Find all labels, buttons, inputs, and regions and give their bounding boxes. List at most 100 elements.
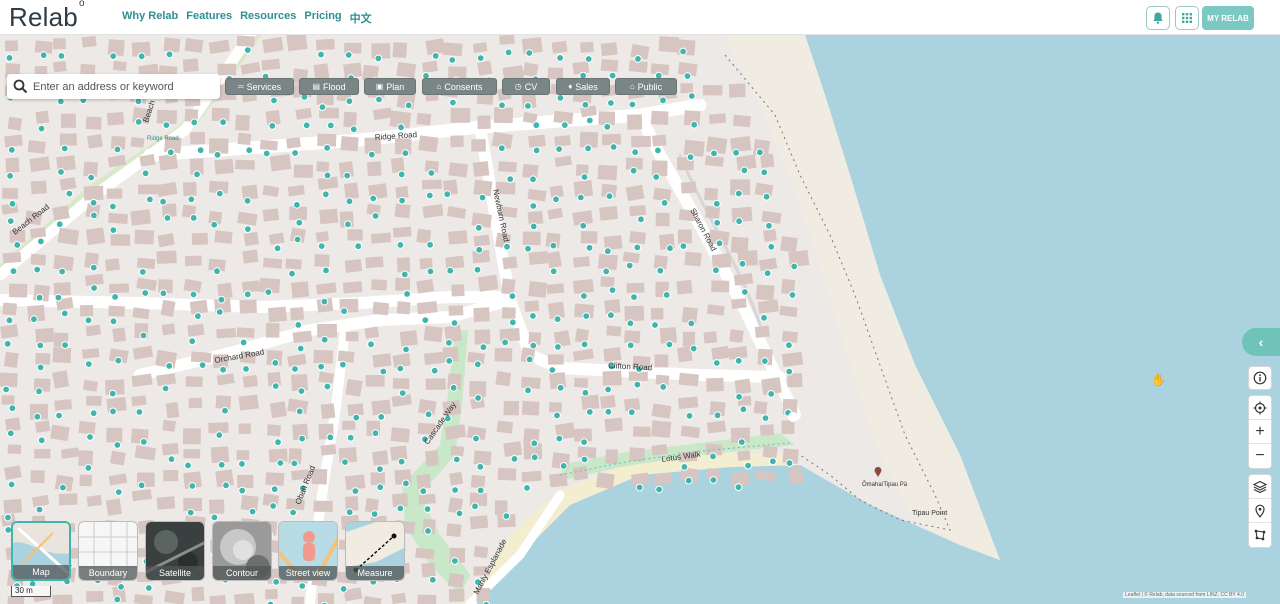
property-marker[interactable] (627, 408, 636, 417)
property-marker[interactable] (554, 343, 562, 351)
property-marker[interactable] (604, 407, 613, 416)
property-marker[interactable] (508, 318, 517, 327)
nav-chinese[interactable]: 中文 (350, 10, 372, 26)
basemap-street-view[interactable]: Street view (278, 521, 338, 581)
apps-button[interactable] (1175, 6, 1199, 30)
property-marker[interactable] (532, 146, 541, 155)
property-marker[interactable] (215, 308, 224, 316)
property-marker[interactable] (508, 292, 517, 301)
property-marker[interactable] (341, 458, 349, 467)
property-marker[interactable] (740, 166, 749, 175)
property-marker[interactable] (349, 125, 358, 134)
property-marker[interactable] (113, 441, 122, 449)
property-marker[interactable] (738, 259, 747, 268)
property-marker[interactable] (245, 146, 254, 155)
property-marker[interactable] (473, 265, 482, 274)
property-marker[interactable] (55, 411, 63, 420)
property-marker[interactable] (626, 319, 635, 328)
property-marker[interactable] (629, 166, 638, 175)
property-marker[interactable] (651, 321, 659, 329)
property-marker[interactable] (529, 341, 538, 350)
property-marker[interactable] (159, 197, 168, 206)
property-marker[interactable] (497, 144, 506, 153)
property-marker[interactable] (84, 316, 93, 325)
property-marker[interactable] (502, 512, 511, 521)
property-marker[interactable] (402, 479, 410, 488)
property-marker[interactable] (473, 360, 482, 369)
property-marker[interactable] (213, 267, 221, 276)
property-marker[interactable] (163, 214, 172, 222)
property-marker[interactable] (135, 408, 144, 416)
property-marker[interactable] (633, 243, 642, 252)
property-marker[interactable] (634, 55, 642, 63)
property-marker[interactable] (584, 55, 593, 63)
property-marker[interactable] (352, 413, 361, 422)
property-marker[interactable] (194, 312, 202, 321)
property-marker[interactable] (248, 507, 257, 516)
property-marker[interactable] (291, 365, 299, 373)
property-marker[interactable] (35, 387, 43, 396)
property-marker[interactable] (424, 527, 432, 535)
property-marker[interactable] (367, 150, 376, 159)
property-marker[interactable] (396, 504, 405, 513)
property-marker[interactable] (687, 92, 696, 100)
property-marker[interactable] (602, 267, 611, 276)
property-marker[interactable] (89, 198, 98, 207)
property-marker[interactable] (89, 263, 98, 272)
property-marker[interactable] (608, 286, 617, 295)
property-marker[interactable] (556, 383, 565, 392)
property-marker[interactable] (90, 284, 98, 292)
property-marker[interactable] (712, 359, 721, 367)
property-marker[interactable] (425, 191, 434, 200)
property-marker[interactable] (529, 222, 538, 231)
property-marker[interactable] (317, 242, 326, 251)
property-marker[interactable] (193, 170, 201, 179)
property-marker[interactable] (679, 47, 687, 56)
notifications-button[interactable] (1146, 6, 1170, 30)
property-marker[interactable] (268, 122, 277, 130)
property-marker[interactable] (767, 390, 776, 398)
property-marker[interactable] (785, 341, 793, 350)
property-marker[interactable] (36, 363, 45, 372)
property-marker[interactable] (346, 433, 355, 442)
property-marker[interactable] (506, 175, 515, 184)
property-marker[interactable] (761, 414, 770, 423)
property-marker[interactable] (114, 488, 123, 497)
property-marker[interactable] (139, 438, 148, 446)
property-marker[interactable] (635, 483, 644, 492)
property-marker[interactable] (339, 360, 347, 369)
property-marker[interactable] (293, 235, 302, 244)
layers-button[interactable] (1249, 475, 1271, 499)
property-marker[interactable] (270, 485, 279, 494)
property-marker[interactable] (6, 172, 15, 180)
property-marker[interactable] (57, 168, 65, 176)
property-marker[interactable] (343, 171, 352, 180)
property-marker[interactable] (690, 120, 699, 129)
property-marker[interactable] (189, 290, 198, 299)
property-marker[interactable] (109, 52, 118, 61)
property-marker[interactable] (188, 482, 197, 490)
property-marker[interactable] (478, 193, 487, 202)
property-marker[interactable] (6, 217, 15, 226)
property-marker[interactable] (580, 173, 589, 181)
property-marker[interactable] (37, 124, 46, 133)
property-marker[interactable] (424, 410, 433, 419)
side-panel-toggle[interactable]: ‹ (1242, 328, 1280, 356)
property-marker[interactable] (455, 509, 464, 518)
property-marker[interactable] (320, 335, 329, 344)
property-marker[interactable] (3, 339, 12, 348)
property-marker[interactable] (56, 97, 65, 106)
property-marker[interactable] (397, 123, 405, 132)
property-marker[interactable] (524, 244, 532, 253)
property-marker[interactable] (426, 267, 435, 276)
property-marker[interactable] (654, 146, 662, 155)
property-marker[interactable] (371, 429, 380, 438)
property-marker[interactable] (296, 344, 305, 353)
property-marker[interactable] (215, 189, 224, 198)
zoom-out-button[interactable]: − (1249, 444, 1271, 468)
property-marker[interactable] (403, 290, 412, 298)
property-marker[interactable] (680, 463, 689, 471)
property-marker[interactable] (580, 340, 589, 349)
property-marker[interactable] (184, 461, 192, 470)
property-marker[interactable] (655, 485, 663, 494)
